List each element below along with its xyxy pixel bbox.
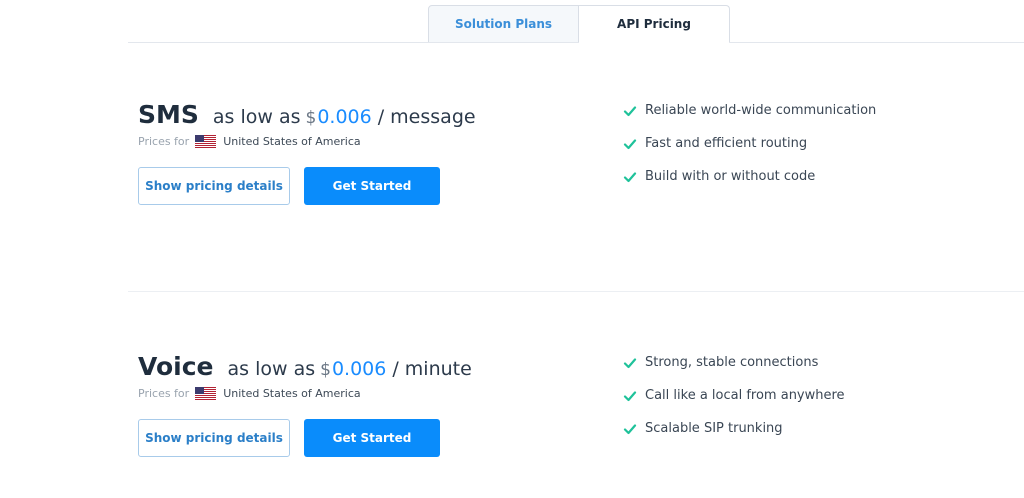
feature-item: Build with or without code: [623, 160, 876, 193]
tab-underline: [128, 42, 1024, 43]
as-low-as-text: as low as: [212, 106, 301, 128]
check-icon: [623, 138, 637, 149]
check-icon: [623, 390, 637, 401]
voice-headline: Voice as low as $ 0.006 / minute: [138, 352, 472, 381]
feature-text: Build with or without code: [645, 169, 816, 184]
prices-for-label: Prices for: [138, 387, 190, 400]
price-unit: / minute: [392, 358, 472, 380]
check-icon: [623, 423, 637, 434]
country-name: United States of America: [223, 135, 361, 148]
prices-for-row: Prices for United States of America: [138, 387, 472, 400]
check-icon: [623, 357, 637, 368]
feature-item: Call like a local from anywhere: [623, 379, 845, 412]
sms-headline: SMS as low as $ 0.006 / message: [138, 100, 476, 129]
feature-text: Strong, stable connections: [645, 355, 819, 370]
feature-text: Reliable world-wide communication: [645, 103, 877, 118]
country-name: United States of America: [223, 387, 361, 400]
us-flag-icon: [195, 387, 217, 400]
price-unit: / message: [377, 106, 476, 128]
price-value: 0.006: [331, 358, 387, 380]
price-value: 0.006: [317, 106, 372, 128]
feature-item: Scalable SIP trunking: [623, 412, 845, 445]
feature-text: Scalable SIP trunking: [645, 421, 783, 436]
sms-actions: Show pricing details Get Started: [138, 167, 476, 205]
us-flag-icon: [195, 135, 217, 148]
pricing-tabs: Solution Plans API Pricing: [428, 5, 730, 43]
sms-pricing-section: SMS as low as $ 0.006 / message Prices f…: [138, 100, 476, 205]
as-low-as-text: as low as: [227, 358, 316, 380]
product-name: SMS: [138, 100, 199, 129]
get-started-button[interactable]: Get Started: [304, 419, 440, 457]
section-divider: [128, 291, 1024, 292]
product-name: Voice: [138, 352, 214, 381]
get-started-button[interactable]: Get Started: [304, 167, 440, 205]
show-pricing-details-button[interactable]: Show pricing details: [138, 419, 290, 457]
feature-text: Call like a local from anywhere: [645, 388, 845, 403]
feature-text: Fast and efficient routing: [645, 136, 808, 151]
voice-actions: Show pricing details Get Started: [138, 419, 472, 457]
voice-pricing-section: Voice as low as $ 0.006 / minute Prices …: [138, 352, 472, 457]
tab-solution-plans[interactable]: Solution Plans: [428, 5, 579, 43]
voice-feature-list: Strong, stable connections Call like a l…: [623, 346, 845, 445]
prices-for-label: Prices for: [138, 135, 190, 148]
feature-item: Strong, stable connections: [623, 346, 845, 379]
currency-symbol: $: [320, 360, 331, 380]
feature-item: Reliable world-wide communication: [623, 94, 876, 127]
prices-for-row: Prices for United States of America: [138, 135, 476, 148]
check-icon: [623, 171, 637, 182]
sms-feature-list: Reliable world-wide communication Fast a…: [623, 94, 876, 193]
check-icon: [623, 105, 637, 116]
feature-item: Fast and efficient routing: [623, 127, 876, 160]
show-pricing-details-button[interactable]: Show pricing details: [138, 167, 290, 205]
currency-symbol: $: [305, 108, 317, 128]
tab-api-pricing[interactable]: API Pricing: [579, 5, 730, 43]
